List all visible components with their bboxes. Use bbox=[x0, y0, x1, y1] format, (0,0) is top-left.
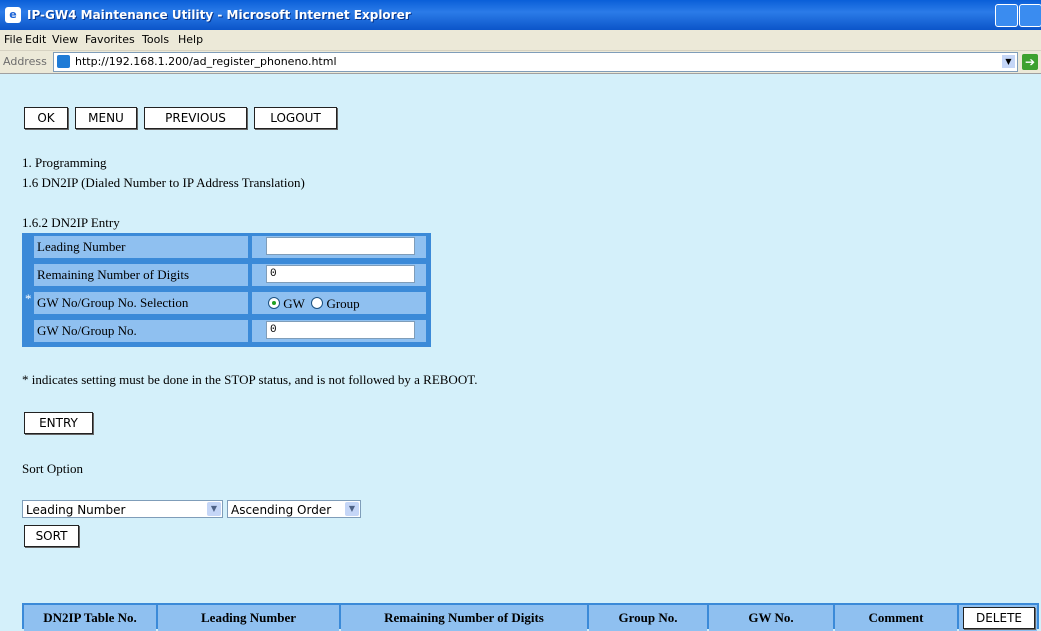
delete-button[interactable]: DELETE bbox=[963, 607, 1035, 629]
window-titlebar: e IP-GW4 Maintenance Utility - Microsoft… bbox=[0, 0, 1041, 30]
selection-label: GW No/Group No. Selection bbox=[34, 292, 248, 314]
gw-radio[interactable] bbox=[268, 297, 280, 309]
address-url: http://192.168.1.200/ad_register_phoneno… bbox=[75, 55, 337, 68]
sort-field-value: Leading Number bbox=[26, 503, 126, 517]
chevron-down-icon[interactable]: ▼ bbox=[207, 502, 221, 516]
group-radio-label: Group bbox=[326, 296, 360, 311]
maximize-button[interactable] bbox=[1019, 4, 1041, 27]
row-leading-number: Leading Number bbox=[34, 234, 428, 260]
sort-field-select[interactable]: Leading Number ▼ bbox=[22, 500, 223, 518]
row-selection: GW No/Group No. Selection GW Group bbox=[34, 290, 428, 316]
previous-button[interactable]: PREVIOUS bbox=[144, 107, 247, 129]
ie-app-icon: e bbox=[5, 7, 21, 23]
gw-radio-label: GW bbox=[283, 296, 305, 311]
row-gw-group-no: GW No/Group No. bbox=[34, 318, 428, 344]
sort-order-value: Ascending Order bbox=[231, 503, 332, 517]
chevron-down-icon[interactable]: ▼ bbox=[1002, 55, 1015, 68]
gw-group-no-label: GW No/Group No. bbox=[34, 320, 248, 342]
window-title: IP-GW4 Maintenance Utility - Microsoft I… bbox=[27, 8, 411, 22]
stop-status-marker: * bbox=[25, 291, 32, 306]
sort-button[interactable]: SORT bbox=[24, 525, 79, 547]
row-remaining-digits: Remaining Number of Digits bbox=[34, 262, 428, 288]
menu-tools[interactable]: Tools bbox=[142, 33, 169, 46]
menu-help[interactable]: Help bbox=[178, 33, 203, 46]
sort-order-select[interactable]: Ascending Order ▼ bbox=[227, 500, 361, 518]
address-label: Address bbox=[3, 55, 47, 68]
group-radio[interactable] bbox=[311, 297, 324, 309]
ok-button[interactable]: OK bbox=[24, 107, 68, 129]
sort-option-label: Sort Option bbox=[22, 461, 84, 476]
selection-radio-group: GW Group bbox=[268, 296, 360, 312]
menu-file[interactable]: File bbox=[4, 33, 22, 46]
chevron-down-icon[interactable]: ▼ bbox=[345, 502, 359, 516]
menu-button[interactable]: MENU bbox=[75, 107, 137, 129]
breadcrumb-level2: 1.6 DN2IP (Dialed Number to IP Address T… bbox=[22, 175, 305, 190]
remaining-digits-label: Remaining Number of Digits bbox=[34, 264, 248, 286]
entry-heading: 1.6.2 DN2IP Entry bbox=[22, 215, 120, 230]
gw-group-no-input[interactable] bbox=[266, 321, 415, 339]
entry-button[interactable]: ENTRY bbox=[24, 412, 93, 434]
stop-status-note: * indicates setting must be done in the … bbox=[22, 372, 478, 387]
dn2ip-table-header: DN2IP Table No. Leading Number Remaining… bbox=[22, 603, 1039, 631]
logout-button[interactable]: LOGOUT bbox=[254, 107, 337, 129]
minimize-button[interactable] bbox=[995, 4, 1018, 27]
address-bar: Address http://192.168.1.200/ad_register… bbox=[0, 51, 1041, 74]
go-arrow-icon[interactable]: ➔ bbox=[1022, 54, 1038, 70]
leading-number-label: Leading Number bbox=[34, 236, 248, 258]
leading-number-input[interactable] bbox=[266, 237, 415, 255]
remaining-digits-input[interactable] bbox=[266, 265, 415, 283]
menu-view[interactable]: View bbox=[52, 33, 78, 46]
address-input[interactable]: http://192.168.1.200/ad_register_phoneno… bbox=[53, 52, 1018, 72]
entry-form-table: * Leading Number Remaining Number of Dig… bbox=[22, 233, 431, 347]
page-icon bbox=[57, 55, 70, 68]
breadcrumb-level1: 1. Programming bbox=[22, 155, 107, 170]
menu-bar: File Edit View Favorites Tools Help bbox=[0, 30, 1041, 51]
menu-favorites[interactable]: Favorites bbox=[85, 33, 135, 46]
menu-edit[interactable]: Edit bbox=[25, 33, 46, 46]
